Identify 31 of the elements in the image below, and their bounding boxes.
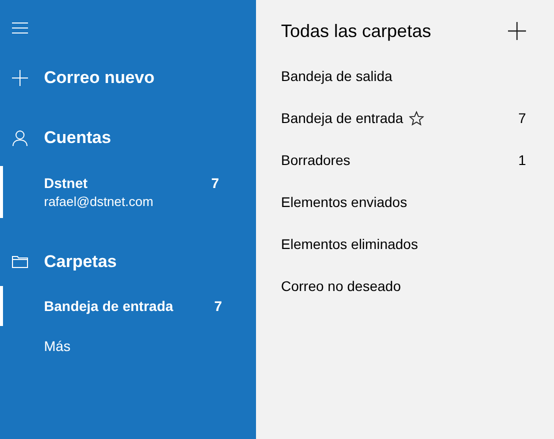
new-mail-button[interactable]: Correo nuevo (44, 68, 155, 88)
add-folder-icon[interactable] (508, 22, 526, 40)
folder-name: Elementos enviados (281, 194, 408, 210)
folder-list-item[interactable]: Bandeja de salida (281, 55, 526, 97)
unread-count: 1 (518, 152, 526, 168)
folder-list-item[interactable]: Bandeja de entrada 7 (281, 97, 526, 139)
accounts-heading: Cuentas (44, 128, 112, 148)
pane-title: Todas las carpetas (281, 20, 432, 42)
unread-count: 7 (211, 175, 219, 191)
folder-name: Correo no deseado (281, 278, 401, 294)
folder-list-item[interactable]: Borradores 1 (281, 139, 526, 181)
folder-name: Bandeja de salida (281, 68, 392, 84)
unread-count: 7 (518, 110, 526, 126)
menu-icon[interactable] (12, 20, 28, 36)
folder-list-item[interactable]: Elementos eliminados (281, 223, 526, 265)
plus-icon (12, 70, 28, 86)
unread-count: 7 (214, 298, 222, 314)
folder-list-item[interactable]: Correo no deseado (281, 265, 526, 307)
folder-list-item[interactable]: Elementos enviados (281, 181, 526, 223)
folder-name: Bandeja de entrada (44, 298, 174, 314)
folder-name: Borradores (281, 152, 350, 168)
folder-item[interactable]: Más (0, 326, 256, 366)
folder-name: Elementos eliminados (281, 236, 418, 252)
star-icon[interactable] (409, 110, 424, 126)
person-icon (12, 130, 28, 146)
account-name: Dstnet (44, 175, 88, 191)
folder-name: Bandeja de entrada (281, 110, 404, 126)
folders-heading: Carpetas (44, 252, 117, 272)
account-email: rafael@dstnet.com (44, 194, 154, 209)
folder-name: Más (44, 338, 70, 354)
folder-icon (12, 254, 28, 270)
